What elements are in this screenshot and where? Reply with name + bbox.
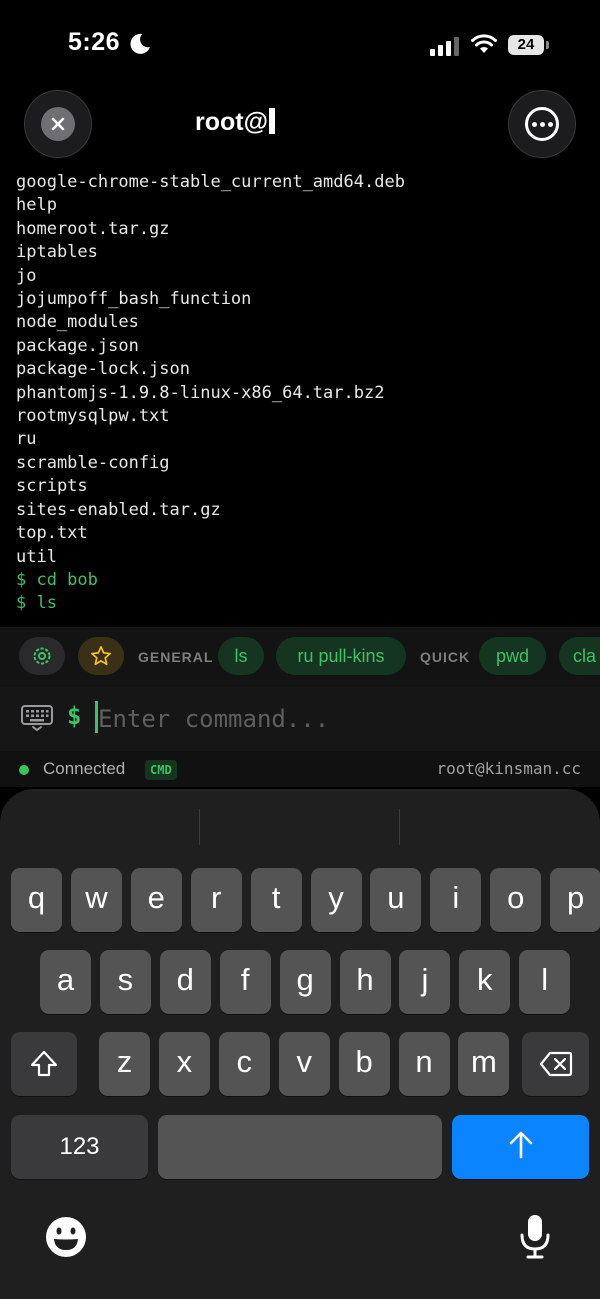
prediction-divider: [199, 809, 200, 845]
key-c[interactable]: c: [218, 1032, 270, 1096]
shift-arrow-icon: [30, 1050, 58, 1077]
terminal-output-line: node_modules: [16, 312, 139, 333]
close-button[interactable]: [24, 90, 92, 158]
connection-status-bar: Connected CMD root@kinsman.cc: [0, 751, 600, 787]
terminal-output-line: package.json: [16, 335, 139, 356]
host-label: root@kinsman.cc: [436, 759, 582, 778]
key-k[interactable]: k: [459, 950, 511, 1014]
terminal-output: google-chrome-stable_current_amd64.debhe…: [16, 171, 591, 616]
terminal-output-line: scramble-config: [16, 452, 170, 473]
shift-key[interactable]: [11, 1032, 77, 1096]
key-m[interactable]: m: [458, 1032, 510, 1096]
ellipsis-icon: [525, 107, 559, 141]
status-time: 5:26: [68, 28, 121, 56]
close-icon: [51, 117, 65, 131]
command-input-row: $: [0, 687, 600, 751]
mode-badge: CMD: [145, 760, 177, 780]
terminal-output-line: jo: [16, 265, 37, 286]
terminal-output-line: help: [16, 195, 57, 216]
key-l[interactable]: l: [519, 950, 571, 1014]
terminal-output-line: package-lock.json: [16, 359, 190, 380]
battery-indicator: 24: [508, 35, 544, 55]
key-i[interactable]: i: [430, 868, 482, 932]
terminal-output-line: ru: [16, 429, 37, 450]
terminal-command-line: $ ls: [16, 593, 57, 614]
favorites-chip[interactable]: [78, 637, 124, 675]
gear-icon: [33, 647, 51, 665]
emoji-icon[interactable]: [44, 1215, 88, 1259]
key-r[interactable]: r: [190, 868, 242, 932]
key-q[interactable]: q: [11, 868, 62, 932]
backspace-icon: [539, 1051, 572, 1077]
key-z[interactable]: z: [99, 1032, 150, 1096]
chip-clear[interactable]: cla: [559, 637, 600, 675]
key-s[interactable]: s: [99, 950, 151, 1014]
key-g[interactable]: g: [279, 950, 331, 1014]
key-a[interactable]: a: [40, 950, 91, 1014]
terminal-output-line: top.txt: [16, 523, 88, 544]
terminal-output-line: google-chrome-stable_current_amd64.deb: [16, 172, 405, 192]
key-y[interactable]: y: [310, 868, 362, 932]
key-j[interactable]: j: [399, 950, 451, 1014]
key-e[interactable]: e: [130, 868, 182, 932]
chip-ls[interactable]: ls: [218, 637, 264, 675]
page-title-text: root@: [195, 108, 268, 136]
key-f[interactable]: f: [219, 950, 271, 1014]
title-cursor: [268, 108, 275, 134]
chip-ru-pull-kins[interactable]: ru pull-kins: [276, 637, 406, 675]
terminal-output-line: sites-enabled.tar.gz: [16, 499, 221, 520]
terminal-output-line: phantomjs-1.9.8-linux-x86_64.tar.bz2: [16, 382, 385, 403]
terminal-output-line: homeroot.tar.gz: [16, 218, 170, 239]
moon-icon: [130, 33, 150, 54]
general-section-label: GENERAL: [138, 649, 214, 665]
delete-key[interactable]: [522, 1032, 589, 1096]
command-input[interactable]: [98, 699, 578, 739]
terminal-command-line: $ cd bob: [16, 569, 98, 590]
key-w[interactable]: w: [70, 868, 122, 932]
key-v[interactable]: v: [278, 1032, 330, 1096]
prediction-divider: [399, 809, 400, 845]
prompt-symbol: $: [67, 702, 82, 730]
key-o[interactable]: o: [490, 868, 542, 932]
terminal-output-line: util: [16, 546, 57, 567]
space-key[interactable]: [158, 1115, 442, 1179]
quick-section-label: QUICK: [420, 649, 471, 665]
terminal-output-line: jojumpoff_bash_function: [16, 289, 252, 310]
more-options-button[interactable]: [508, 90, 576, 158]
star-icon: [91, 646, 111, 666]
wifi-icon: [471, 34, 497, 53]
terminal-output-line: iptables: [16, 242, 98, 263]
terminal-output-line: scripts: [16, 476, 88, 497]
key-p[interactable]: p: [550, 868, 600, 932]
arrow-up-icon: [509, 1131, 532, 1159]
key-t[interactable]: t: [250, 868, 302, 932]
cellular-signal-icon: [430, 37, 459, 56]
key-x[interactable]: x: [158, 1032, 210, 1096]
quick-commands-bar: GENERAL ls ru pull-kins QUICK pwd cla: [0, 627, 600, 687]
numbers-key[interactable]: 123: [11, 1115, 148, 1179]
keyboard-icon[interactable]: [21, 704, 53, 732]
key-b[interactable]: b: [338, 1032, 390, 1096]
key-d[interactable]: d: [159, 950, 211, 1014]
connection-status-text: Connected: [43, 759, 126, 778]
send-key[interactable]: [452, 1115, 589, 1179]
key-n[interactable]: n: [398, 1032, 450, 1096]
microphone-icon[interactable]: [519, 1213, 551, 1261]
terminal-output-line: rootmysqlpw.txt: [16, 406, 170, 427]
battery-tip: [546, 41, 549, 49]
on-screen-keyboard: 123 qwertyuiop asdfghjkl zxcvbnm: [0, 789, 600, 1299]
key-h[interactable]: h: [339, 950, 391, 1014]
connected-status-dot: [19, 765, 29, 775]
key-u[interactable]: u: [370, 868, 422, 932]
status-bar: 5:26 24: [0, 0, 600, 90]
settings-chip[interactable]: [19, 637, 65, 675]
page-title: root@: [195, 108, 275, 137]
chip-pwd[interactable]: pwd: [479, 637, 546, 675]
